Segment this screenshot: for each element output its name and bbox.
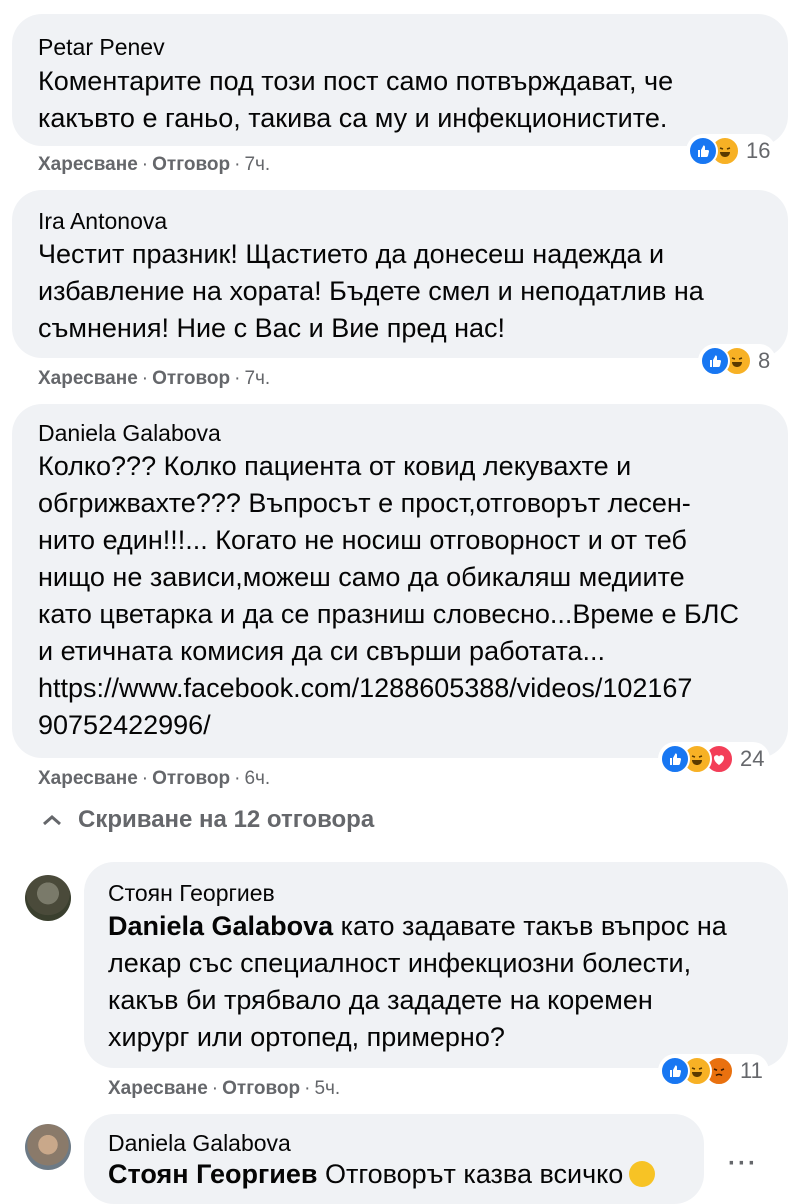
timestamp[interactable]: 6ч.: [244, 768, 270, 789]
smile-emoji-icon: [629, 1161, 656, 1187]
comment-actions: Харесване · Отговор · 7ч.: [38, 154, 271, 175]
mention-link[interactable]: Стоян Георгиев: [108, 1159, 317, 1189]
reply-button[interactable]: Отговор: [152, 768, 230, 789]
like-reaction-icon: [660, 1056, 690, 1086]
like-reaction-icon: [688, 136, 718, 166]
like-button[interactable]: Харесване: [38, 368, 138, 389]
more-options-icon[interactable]: ···: [728, 1150, 758, 1178]
reactions-summary[interactable]: 24: [658, 742, 771, 776]
timestamp[interactable]: 7ч.: [244, 154, 270, 175]
comment-text: Коментарите под този пост само потвържда…: [38, 66, 674, 133]
reply-button[interactable]: Отговор: [152, 368, 230, 389]
chevron-up-icon: [43, 815, 61, 826]
avatar[interactable]: [25, 1124, 71, 1170]
timestamp[interactable]: 7ч.: [244, 368, 270, 389]
reply-author[interactable]: Daniela Galabova: [108, 1130, 291, 1157]
comment-author[interactable]: Ira Antonova: [38, 208, 167, 235]
cut-off-previous-comment: [0, 0, 800, 10]
reaction-count: 11: [740, 1058, 763, 1083]
reply-button[interactable]: Отговор: [222, 1078, 300, 1099]
comment-link[interactable]: https://www.facebook.com/1288605388/vide…: [38, 670, 786, 744]
like-reaction-icon: [660, 744, 690, 774]
hide-replies-button[interactable]: Скриване на 12 отговора: [40, 806, 374, 834]
reaction-count: 16: [746, 138, 771, 163]
timestamp[interactable]: 5ч.: [314, 1078, 340, 1099]
like-button[interactable]: Харесване: [108, 1078, 208, 1099]
comment-text: Честит празник! Щастието да донесеш наде…: [38, 239, 704, 343]
reaction-count: 8: [758, 348, 771, 373]
reply-actions: Харесване · Отговор · 5ч.: [108, 1078, 341, 1099]
reply-button[interactable]: Отговор: [152, 154, 230, 175]
avatar[interactable]: [25, 875, 71, 921]
reply-text: Daniela Galabova като задавате такъв въп…: [108, 908, 788, 1056]
reactions-summary[interactable]: 16: [686, 134, 777, 168]
reactions-summary[interactable]: 8: [698, 344, 777, 378]
like-button[interactable]: Харесване: [38, 768, 138, 789]
video-link[interactable]: https://www.facebook.com/1288605388/vide…: [38, 673, 692, 740]
hide-replies-label: Скриване на 12 отговора: [78, 806, 375, 833]
reaction-count: 24: [740, 746, 765, 771]
reply-body: Отговорът казва всичко: [317, 1159, 624, 1189]
comment-text: Колко??? Колко пациента от ковид лекувах…: [38, 451, 739, 666]
comment-author[interactable]: Petar Penev: [38, 34, 165, 61]
comment-author[interactable]: Daniela Galabova: [38, 420, 221, 447]
mention-link[interactable]: Daniela Galabova: [108, 911, 333, 941]
comment-actions: Харесване · Отговор · 6ч.: [38, 768, 271, 789]
comment-actions: Харесване · Отговор · 7ч.: [38, 368, 271, 389]
like-reaction-icon: [700, 346, 730, 376]
reply-text: Стоян Георгиев Отговорът казва всичко: [108, 1156, 698, 1193]
reply-author[interactable]: Стоян Георгиев: [108, 880, 275, 907]
reactions-summary[interactable]: 11: [658, 1054, 769, 1088]
like-button[interactable]: Харесване: [38, 154, 138, 175]
